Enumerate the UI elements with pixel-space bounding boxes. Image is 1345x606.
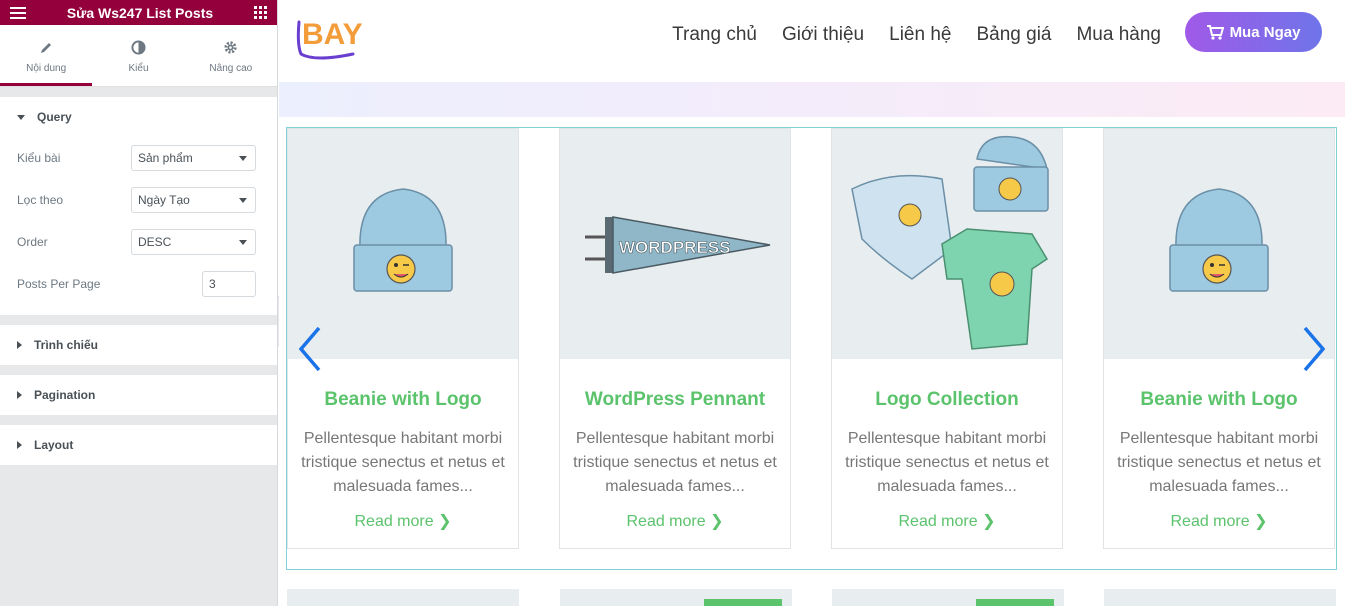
hero-band (279, 82, 1345, 117)
read-more-label: Read more (626, 513, 706, 530)
tab-content[interactable]: Nội dung (0, 25, 93, 86)
tab-advanced[interactable]: Nâng cao (185, 25, 277, 86)
caret-right-icon (17, 341, 22, 349)
pagination-label: Pagination (34, 388, 96, 402)
orderby-value: Ngày Tạo (138, 193, 190, 207)
caret-right-icon (17, 391, 22, 399)
buy-now-label: Mua Ngay (1229, 23, 1301, 41)
orderby-label: Lọc theo (17, 193, 64, 207)
order-select[interactable]: DESC (131, 229, 256, 255)
post-card: WORDPRESS WordPress Pennant Pellentesque… (559, 128, 791, 549)
pencil-icon (39, 39, 53, 57)
tab-advanced-label: Nâng cao (209, 62, 253, 74)
posts-per-page-input[interactable]: 3 (202, 271, 256, 297)
post-card-next-row (287, 589, 519, 606)
post-title[interactable]: Logo Collection (832, 389, 1062, 411)
pennant-image[interactable]: WORDPRESS (560, 129, 790, 359)
dropdown-arrow-icon (239, 239, 247, 245)
nav-pricing[interactable]: Bảng giá (976, 24, 1051, 46)
posts-slider: Beanie with Logo Pellentesque habitant m… (286, 127, 1337, 570)
main-nav: Trang chủ Giới thiệu Liên hệ Bảng giá Mu… (672, 24, 1161, 46)
order-control: Order DESC (17, 221, 256, 263)
caret-down-icon (17, 114, 25, 120)
slideshow-label: Trình chiếu (34, 338, 99, 352)
site-header: BAY Trang chủ Giới thiệu Liên hệ Bảng gi… (279, 0, 1345, 82)
post-type-value: Sản phẩm (138, 151, 193, 165)
collection-image[interactable] (832, 129, 1062, 359)
query-label: Query (37, 110, 72, 124)
read-more-label: Read more (1170, 513, 1250, 530)
tab-style[interactable]: Kiểu (92, 25, 184, 86)
post-card: Logo Collection Pellentesque habitant mo… (831, 128, 1063, 549)
read-more-label: Read more (898, 513, 978, 530)
sale-badge (704, 599, 782, 606)
post-excerpt: Pellentesque habitant morbi tristique se… (301, 430, 505, 495)
orderby-control: Lọc theo Ngày Tạo (17, 179, 256, 221)
read-more-link[interactable]: Read more ❯ (832, 511, 1062, 531)
buy-now-button[interactable]: Mua Ngay (1185, 12, 1322, 52)
editor-header: Sửa Ws247 List Posts (0, 0, 277, 25)
svg-text:WORDPRESS: WORDPRESS (619, 238, 730, 257)
posts-per-page-label: Posts Per Page (17, 277, 101, 291)
orderby-select[interactable]: Ngày Tạo (131, 187, 256, 213)
post-title[interactable]: WordPress Pennant (560, 389, 790, 411)
gear-icon (223, 39, 238, 57)
read-more-link[interactable]: Read more ❯ (560, 511, 790, 531)
posts-per-page-control: Posts Per Page 3 (17, 263, 256, 305)
chevron-right-icon: ❯ (982, 513, 996, 530)
site-logo[interactable]: BAY (295, 10, 390, 65)
nav-contact[interactable]: Liên hệ (889, 24, 951, 46)
slider-next-arrow[interactable] (1299, 324, 1329, 374)
editor-panel: Sửa Ws247 List Posts Nội dung Kiểu Nâng … (0, 0, 278, 606)
nav-about[interactable]: Giới thiệu (782, 24, 864, 46)
sale-badge (976, 599, 1054, 606)
post-excerpt: Pellentesque habitant morbi tristique se… (845, 430, 1049, 495)
query-section-toggle[interactable]: Query (0, 97, 277, 137)
post-card-next-row (1104, 589, 1336, 606)
cart-icon (1206, 24, 1224, 40)
nav-shop[interactable]: Mua hàng (1076, 24, 1161, 46)
order-value: DESC (138, 235, 172, 249)
query-section: Query Kiểu bài Sản phẩm Lọc theo Ngày Tạ… (0, 97, 277, 315)
post-type-label: Kiểu bài (17, 151, 61, 165)
site-preview: BAY Trang chủ Giới thiệu Liên hệ Bảng gi… (279, 0, 1345, 606)
dropdown-arrow-icon (239, 155, 247, 161)
slideshow-section[interactable]: Trình chiếu (0, 325, 277, 365)
read-more-link[interactable]: Read more ❯ (288, 511, 518, 531)
logo-text: BAY (302, 18, 363, 51)
post-type-select[interactable]: Sản phẩm (131, 145, 256, 171)
chevron-right-icon: ❯ (438, 513, 452, 530)
post-excerpt: Pellentesque habitant morbi tristique se… (573, 430, 777, 495)
read-more-label: Read more (354, 513, 434, 530)
post-title[interactable]: Beanie with Logo (1104, 389, 1334, 411)
contrast-icon (131, 39, 146, 57)
nav-home[interactable]: Trang chủ (672, 24, 757, 46)
slider-prev-arrow[interactable] (295, 324, 325, 374)
pagination-section[interactable]: Pagination (0, 375, 277, 415)
layout-label: Layout (34, 438, 74, 452)
menu-icon[interactable] (10, 6, 26, 19)
widgets-grid-icon[interactable] (254, 6, 267, 19)
order-label: Order (17, 235, 48, 249)
tab-style-label: Kiểu (128, 62, 149, 74)
chevron-right-icon: ❯ (1254, 513, 1268, 530)
layout-section[interactable]: Layout (0, 425, 277, 465)
editor-title: Sửa Ws247 List Posts (66, 4, 214, 21)
dropdown-arrow-icon (239, 197, 247, 203)
post-title[interactable]: Beanie with Logo (288, 389, 518, 411)
editor-tabs: Nội dung Kiểu Nâng cao (0, 25, 277, 87)
caret-right-icon (17, 441, 22, 449)
chevron-right-icon: ❯ (710, 513, 724, 530)
post-excerpt: Pellentesque habitant morbi tristique se… (1117, 430, 1321, 495)
read-more-link[interactable]: Read more ❯ (1104, 511, 1334, 531)
post-type-control: Kiểu bài Sản phẩm (17, 137, 256, 179)
tab-content-label: Nội dung (26, 62, 67, 74)
